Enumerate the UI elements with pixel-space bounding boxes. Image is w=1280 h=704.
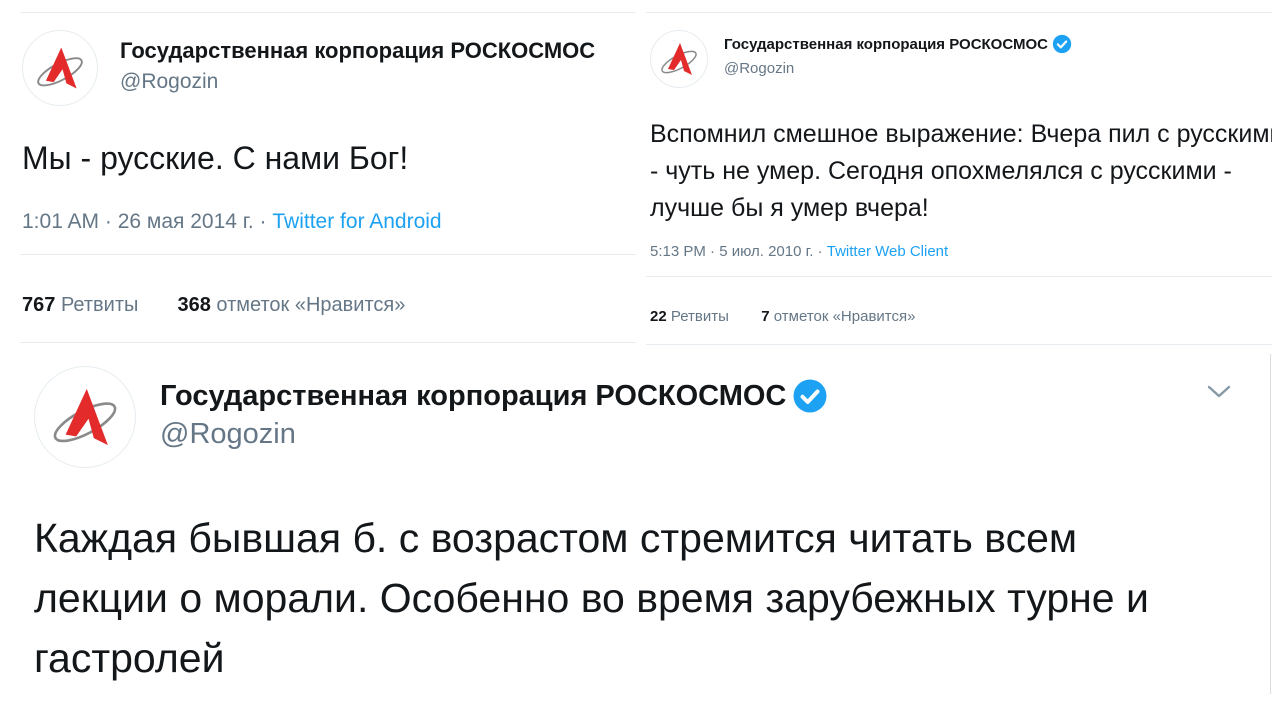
likes-label: отметок «Нравится» — [216, 294, 406, 316]
tweet-stats: 22 Ретвиты 7 отметок «Нравится» — [650, 308, 915, 325]
avatar[interactable] — [650, 30, 708, 88]
verified-badge-icon — [1052, 34, 1072, 54]
author-handle[interactable]: @Rogozin — [160, 418, 296, 451]
author-name[interactable]: Государственная корпорация РОСКОСМОС — [724, 34, 1072, 54]
tweet-source-link[interactable]: Twitter Web Client — [827, 243, 948, 260]
author-name[interactable]: Государственная корпорация РОСКОСМОС — [120, 38, 595, 64]
retweets-count: 22 — [650, 308, 667, 325]
tweet-source-link[interactable]: Twitter for Android — [272, 210, 441, 233]
tweet-card-1: Государственная корпорация РОСКОСМОС @Ro… — [0, 0, 636, 346]
tweet-card-3: Государственная корпорация РОСКОСМОС @Ro… — [0, 350, 1272, 704]
roscosmos-logo-icon — [53, 388, 117, 446]
tweet-text: Мы - русские. С нами Бог! — [22, 140, 409, 176]
top-divider — [20, 12, 636, 13]
retweets-label: Ретвиты — [670, 308, 729, 325]
verified-badge-icon — [793, 379, 827, 413]
likes-count: 368 — [177, 294, 211, 316]
roscosmos-logo-icon — [37, 47, 83, 89]
bottom-divider — [20, 342, 636, 343]
tweet-timestamp[interactable]: 5:13 PM · 5 июл. 2010 г. · — [650, 243, 827, 260]
likes-label: отметок «Нравится» — [773, 308, 916, 325]
bottom-divider — [646, 344, 1272, 345]
tweet-text: Вспомнил смешное выражение: Вчера пил с … — [650, 120, 1272, 222]
retweets-stat[interactable]: 767 Ретвиты — [22, 294, 138, 316]
likes-stat[interactable]: 7 отметок «Нравится» — [761, 308, 915, 325]
author-name[interactable]: Государственная корпорация РОСКОСМОС — [160, 378, 828, 414]
likes-stat[interactable]: 368 отметок «Нравится» — [177, 294, 405, 316]
stats-divider-top — [646, 276, 1272, 277]
roscosmos-logo-icon — [661, 43, 697, 75]
chevron-down-icon[interactable] — [1204, 382, 1234, 402]
avatar[interactable] — [22, 30, 98, 106]
tweet-meta: 5:13 PM · 5 июл. 2010 г. · Twitter Web C… — [650, 243, 948, 260]
tweet-timestamp[interactable]: 1:01 AM · 26 мая 2014 г. · — [22, 210, 272, 233]
avatar[interactable] — [34, 366, 136, 468]
author-handle[interactable]: @Rogozin — [724, 60, 794, 77]
retweets-label: Ретвиты — [60, 294, 139, 316]
tweet-text: Каждая бывшая б. с возрастом стремится ч… — [34, 515, 1149, 681]
tweet-card-2: Государственная корпорация РОСКОСМОС @Ro… — [644, 0, 1272, 346]
likes-count: 7 — [761, 308, 770, 325]
author-handle[interactable]: @Rogozin — [120, 70, 218, 94]
top-divider — [646, 12, 1272, 13]
stats-divider-top — [20, 254, 636, 255]
retweets-count: 767 — [22, 294, 56, 316]
tweet-meta: 1:01 AM · 26 мая 2014 г. · Twitter for A… — [22, 210, 442, 234]
retweets-stat[interactable]: 22 Ретвиты — [650, 308, 729, 325]
tweet-stats: 767 Ретвиты 368 отметок «Нравится» — [22, 294, 405, 317]
vertical-separator — [1270, 354, 1271, 694]
